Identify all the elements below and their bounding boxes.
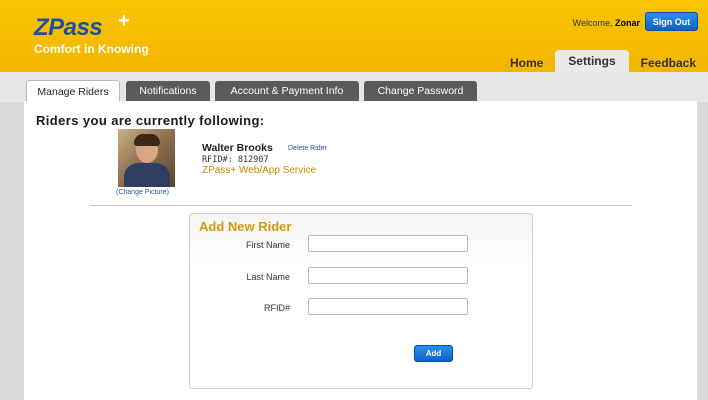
nav-feedback[interactable]: Feedback [629,52,708,72]
last-name-label: Last Name [246,272,290,282]
logo-plus-icon: + [118,10,130,32]
sign-out-button[interactable]: Sign Out [645,12,698,31]
rider-rfid: RFID#: 812907 [202,155,269,165]
main-nav: Home Settings Feedback [498,50,708,72]
welcome-message: Welcome, Zonar [573,18,640,28]
rider-service: ZPass+ Web/App Service [202,165,317,176]
first-name-field[interactable] [308,235,468,252]
divider [90,205,632,206]
nav-home[interactable]: Home [498,52,555,72]
rider-name: Walter Brooks [202,142,273,154]
first-name-label: First Name [245,240,290,250]
tab-notifications[interactable]: Notifications [126,81,210,101]
tab-change-password[interactable]: Change Password [364,81,477,101]
welcome-prefix: Welcome, [572,18,613,28]
tab-manage-riders[interactable]: Manage Riders [26,80,120,102]
section-title: Riders you are currently following: [36,113,265,128]
last-name-field[interactable] [308,267,468,284]
logo-tagline: Comfort in Knowing [34,42,149,56]
rider-avatar [118,129,175,187]
change-picture-link[interactable]: (Change Picture) [116,189,169,196]
add-rider-form: Add New Rider First Name Last Name RFID#… [189,213,533,389]
delete-rider-link[interactable]: Delete Rider [288,145,327,152]
add-rider-button[interactable]: Add [414,345,453,362]
app-header: ZPass + Comfort in Knowing Welcome, Zona… [0,0,708,72]
add-rider-title: Add New Rider [199,219,292,234]
logo-text: ZPass [34,14,103,41]
rfid-label: RFID# [263,303,290,313]
settings-tab-bar: Manage Riders Notifications Account & Pa… [0,72,708,102]
zpass-logo[interactable]: ZPass + Comfort in Knowing [34,10,149,56]
welcome-user: Zonar [614,18,640,28]
nav-settings[interactable]: Settings [555,50,629,72]
manage-riders-panel: Riders you are currently following: (Cha… [24,101,697,400]
tab-account-payment[interactable]: Account & Payment Info [215,81,359,101]
rfid-field[interactable] [308,298,468,315]
